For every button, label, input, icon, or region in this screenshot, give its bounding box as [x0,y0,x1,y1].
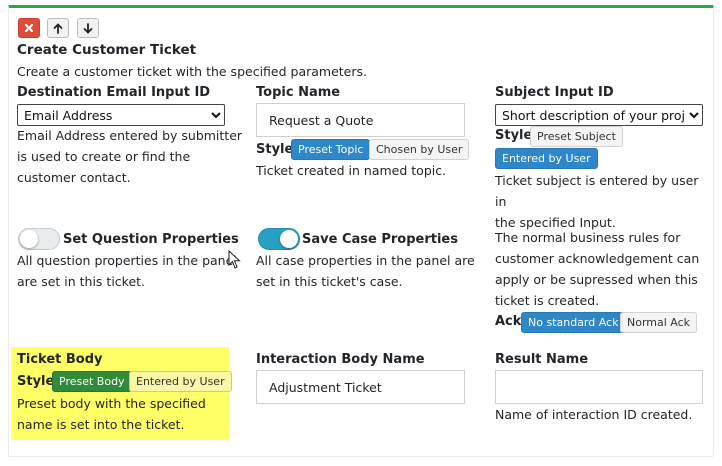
destination-email-label: Destination Email Input ID [17,85,211,100]
interaction-body-input[interactable]: Adjustment Ticket [256,370,465,404]
subject-help: Ticket subject is entered by user in the… [495,173,699,230]
delete-button[interactable] [18,18,40,38]
mouse-cursor-icon [228,250,241,269]
ticket-body-preset-button[interactable]: Preset Body [52,371,132,392]
topic-style-user-button[interactable]: Chosen by User [369,139,470,160]
ticket-body-help: Preset body with the specified name is s… [17,396,206,432]
panel-title: Create Customer Ticket [17,42,197,58]
result-name-input[interactable] [495,370,703,404]
destination-email-select[interactable]: Email Address [17,104,225,126]
interaction-body-label: Interaction Body Name [256,352,425,367]
ack-no-standard-button[interactable]: No standard Ack [521,312,626,333]
toggle-knob [20,230,38,248]
result-name-help: Name of interaction ID created. [495,407,693,422]
topic-label: Topic Name [256,85,341,100]
ticket-body-user-button[interactable]: Entered by User [129,371,232,392]
ticket-body-label: Ticket Body [17,352,103,367]
topic-style-preset-button[interactable]: Preset Topic [291,139,371,160]
question-properties-toggle[interactable] [18,228,60,250]
topic-style-label: Style [256,142,294,157]
question-properties-help: All question properties in the panel are… [17,253,237,289]
subject-label: Subject Input ID [495,85,614,100]
ack-normal-button[interactable]: Normal Ack [620,312,698,333]
arrow-down-icon [83,22,93,34]
destination-email-help: Email Address entered by submitter is us… [17,128,243,185]
toggle-knob [280,230,298,248]
case-properties-toggle[interactable] [258,228,300,250]
ack-help: The normal business rules for customer a… [495,230,700,308]
close-icon [24,23,34,33]
case-properties-help: All case properties in the panel are set… [256,253,475,289]
ticket-body-style-label: Style [17,374,55,389]
move-up-button[interactable] [47,18,69,38]
topic-help: Ticket created in named topic. [256,163,447,178]
subject-style-user-button[interactable]: Entered by User [495,148,598,169]
subject-style-label: Style [495,128,533,143]
question-properties-label: Set Question Properties [63,232,239,247]
result-name-label: Result Name [495,352,589,367]
arrow-up-icon [53,22,63,34]
move-down-button[interactable] [77,18,99,38]
subject-style-preset-button[interactable]: Preset Subject [530,126,623,147]
subject-select[interactable]: Short description of your project [495,104,703,126]
panel-description: Create a customer ticket with the specif… [17,64,367,79]
case-properties-label: Save Case Properties [302,232,458,247]
ack-label: Ack [495,314,522,329]
topic-input[interactable]: Request a Quote [256,103,465,137]
